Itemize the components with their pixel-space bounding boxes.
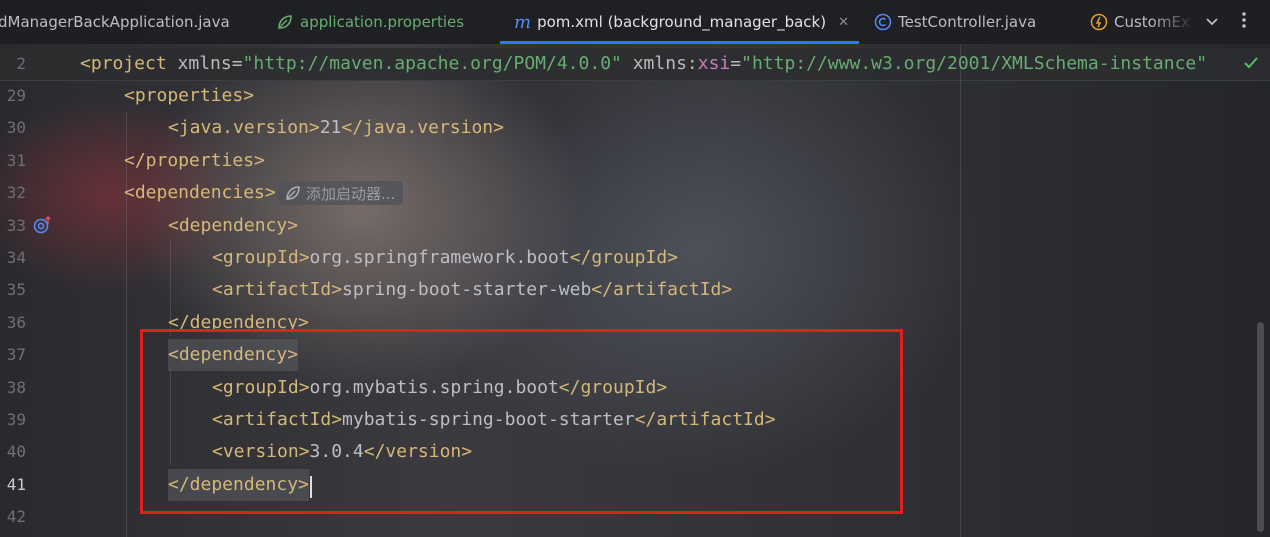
spring-leaf-icon xyxy=(276,13,294,31)
spring-leaf-icon xyxy=(284,184,302,202)
line-number: 38 xyxy=(6,377,26,397)
sticky-code: <project xmlns="http://maven.apache.org/… xyxy=(80,48,1207,80)
xml-tag: <dependencies> xyxy=(124,182,276,204)
line-number: 41 xyxy=(6,474,26,494)
tab-pom-xml[interactable]: m pom.xml (background_manager_back) ✕ xyxy=(500,0,859,44)
line-number: 29 xyxy=(6,86,26,105)
line-number: 35 xyxy=(6,280,26,300)
tab-label: pom.xml (background_manager_back) xyxy=(537,13,827,31)
line-number: 34 xyxy=(6,248,26,267)
close-icon[interactable]: ✕ xyxy=(838,15,849,30)
line-number: 33 xyxy=(6,215,26,235)
editor-tab-bar: dManagerBackApplication.java application… xyxy=(0,0,1270,44)
sticky-header-line[interactable]: 2 <project xmlns="http://maven.apache.or… xyxy=(0,48,1270,81)
annotation-highlight-box xyxy=(140,329,903,514)
code-line: <artifactId>spring-boot-starter-web</art… xyxy=(212,274,732,306)
exception-class-icon xyxy=(1090,13,1108,31)
maven-icon: m xyxy=(514,11,532,33)
tab-label: TestController.java xyxy=(898,13,1037,31)
check-icon xyxy=(1243,55,1259,75)
line-number: 37 xyxy=(6,345,26,365)
xml-tag: <groupId> xyxy=(212,247,310,268)
code-line: <dependency> xyxy=(168,210,298,242)
code-line: </properties> xyxy=(124,145,265,177)
xml-tag: <dependency> xyxy=(168,214,299,236)
vertical-scrollbar[interactable] xyxy=(1257,322,1264,532)
xml-tag: </java.version> xyxy=(341,117,504,139)
xml-tag: <properties> xyxy=(124,85,255,106)
xml-tag: </artifactId> xyxy=(591,279,733,301)
code-line: <dependencies> xyxy=(124,177,276,209)
code-line: <properties> xyxy=(124,80,254,112)
xml-tag: <artifactId> xyxy=(212,279,343,301)
line-number: 39 xyxy=(6,410,26,429)
tab-label: dManagerBackApplication.java xyxy=(0,13,230,31)
code-line: <groupId>org.springframework.boot</group… xyxy=(212,242,678,274)
code-editor[interactable]: 2 <project xmlns="http://maven.apache.or… xyxy=(0,44,1270,537)
tab-list-dropdown-button[interactable] xyxy=(1197,0,1227,44)
xml-tag: </groupId> xyxy=(569,247,679,268)
override-marker-icon[interactable] xyxy=(32,215,52,235)
line-number: 36 xyxy=(6,312,26,332)
line-number: 31 xyxy=(6,150,26,170)
right-margin-guide xyxy=(960,44,961,537)
xml-string: "http://maven.apache.org/POM/4.0.0" xyxy=(242,53,622,74)
tab-test-controller[interactable]: TestController.java xyxy=(874,0,1036,44)
line-number: 42 xyxy=(6,507,26,527)
xml-text: org.springframework.boot xyxy=(309,247,570,268)
chevron-down-icon xyxy=(1205,13,1219,31)
line-number: 2 xyxy=(16,54,26,73)
xml-namespace: xsi xyxy=(697,53,731,74)
more-options-button[interactable] xyxy=(1229,0,1259,44)
tab-fade xyxy=(1150,0,1195,44)
more-vertical-icon xyxy=(1241,10,1247,34)
class-icon xyxy=(874,13,892,31)
xml-equals: = xyxy=(730,53,742,74)
xml-text: spring-boot-starter-web xyxy=(342,279,592,301)
xml-colon: : xyxy=(686,53,698,74)
tab-application-main[interactable]: dManagerBackApplication.java xyxy=(0,0,230,44)
xml-attribute: xmlns xyxy=(177,53,232,74)
xml-tag: <java.version> xyxy=(168,117,320,139)
xml-tag: <project xyxy=(80,53,167,74)
xml-equals: = xyxy=(231,53,243,74)
line-number: 40 xyxy=(6,442,26,462)
xml-string: "http://www.w3.org/2001/XMLSchema-instan… xyxy=(741,53,1208,74)
tab-label: application.properties xyxy=(300,13,465,31)
code-line: <java.version>21</java.version> xyxy=(168,112,504,144)
add-starters-hint[interactable]: 添加启动器... xyxy=(278,181,404,205)
hint-label: 添加启动器... xyxy=(306,184,396,203)
tab-application-properties[interactable]: application.properties xyxy=(276,0,464,44)
line-number: 30 xyxy=(6,118,26,138)
xml-tag: </properties> xyxy=(124,149,265,171)
line-number: 32 xyxy=(6,183,26,203)
xml-text: 21 xyxy=(319,117,342,139)
xml-attribute: xmlns xyxy=(632,53,687,74)
